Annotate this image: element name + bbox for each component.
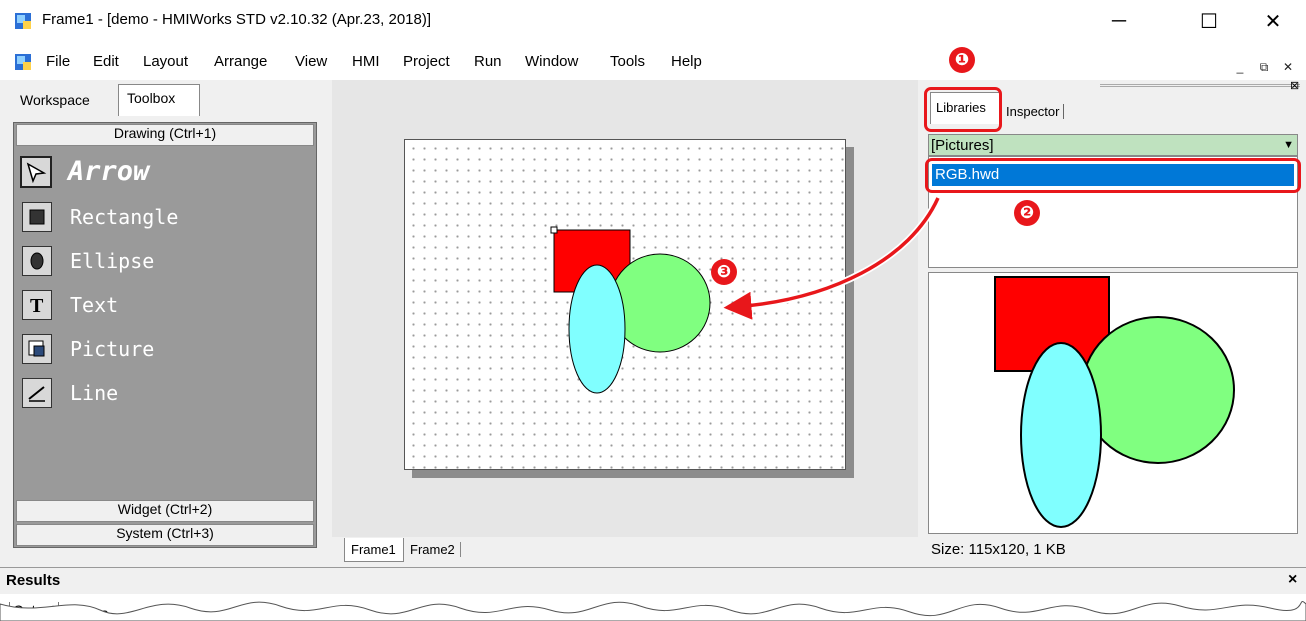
tool-rectangle-label: Rectangle	[70, 205, 179, 229]
menu-window[interactable]: Window	[525, 53, 578, 70]
maximize-icon: ☐	[1200, 10, 1218, 33]
panel-close-strip	[1100, 84, 1300, 87]
callout-1: ❶	[949, 47, 975, 73]
menu-run[interactable]: Run	[474, 53, 502, 70]
menu-tools[interactable]: Tools	[610, 53, 645, 70]
mdi-restore-button[interactable]: ⧉	[1254, 57, 1274, 77]
tool-picture[interactable]: Picture	[20, 332, 310, 366]
menu-help[interactable]: Help	[671, 53, 702, 70]
system-group-header[interactable]: System (Ctrl+3)	[16, 524, 314, 546]
panel-close-icon[interactable]: ⊠	[1290, 79, 1299, 92]
picture-icon	[22, 334, 52, 364]
menu-layout[interactable]: Layout	[143, 53, 188, 70]
cyan-ellipse[interactable]	[568, 264, 626, 394]
close-button[interactable]: ✕	[1250, 6, 1296, 36]
preview-shapes	[994, 276, 1235, 528]
tab-toolbox[interactable]: Toolbox	[127, 90, 175, 106]
maximize-button[interactable]: ☐	[1186, 6, 1232, 36]
menu-edit[interactable]: Edit	[93, 53, 119, 70]
tab-frame2[interactable]: Frame2	[410, 542, 461, 557]
tool-text-label: Text	[70, 293, 119, 317]
ellipse-icon	[22, 246, 52, 276]
tool-line[interactable]: Line	[20, 376, 310, 410]
menu-arrange[interactable]: Arrange	[214, 53, 267, 70]
callout-arrow	[723, 196, 942, 320]
tool-arrow[interactable]: Arrow	[20, 153, 310, 191]
tool-rectangle[interactable]: Rectangle	[20, 200, 310, 234]
tool-arrow-label: Arrow	[68, 156, 150, 187]
tab-inspector[interactable]: Inspector	[1006, 104, 1065, 119]
tab-workspace[interactable]: Workspace	[20, 92, 90, 108]
line-icon	[22, 378, 52, 408]
app-icon	[14, 12, 32, 30]
close-icon: ✕	[1264, 10, 1282, 33]
preview-cyan-ellipse	[1020, 342, 1102, 528]
minimize-button[interactable]: ─	[1096, 6, 1142, 36]
file-highlight	[925, 158, 1301, 193]
selection-handle[interactable]	[550, 226, 558, 234]
document-icon	[14, 53, 32, 71]
preview-green-circle	[1081, 316, 1235, 464]
rectangle-icon	[22, 202, 52, 232]
library-dropdown[interactable]: [Pictures] ▼	[928, 134, 1298, 156]
menu-project[interactable]: Project	[403, 53, 450, 70]
chevron-down-icon: ▼	[1283, 139, 1294, 151]
mdi-minimize-button[interactable]: _	[1230, 57, 1250, 77]
tool-line-label: Line	[70, 381, 119, 405]
tool-picture-label: Picture	[70, 337, 155, 361]
tool-ellipse-label: Ellipse	[70, 249, 155, 273]
mdi-close-button[interactable]: ✕	[1278, 57, 1298, 77]
tool-text[interactable]: T Text	[20, 288, 310, 322]
menu-file[interactable]: File	[46, 53, 70, 70]
svg-text:T: T	[30, 295, 44, 316]
tab-frame1[interactable]: Frame1	[351, 542, 396, 557]
widget-group-header[interactable]: Widget (Ctrl+2)	[16, 500, 314, 522]
callout-2: ❷	[1014, 200, 1040, 226]
menu-view[interactable]: View	[295, 53, 327, 70]
menu-hmi[interactable]: HMI	[352, 53, 380, 70]
menu-bar	[0, 45, 1306, 79]
window-title: Frame1 - [demo - HMIWorks STD v2.10.32 (…	[42, 11, 432, 28]
library-dropdown-value: [Pictures]	[931, 137, 994, 154]
callout-3: ❸	[711, 259, 737, 285]
text-icon: T	[22, 290, 52, 320]
torn-edge	[0, 601, 1306, 621]
drawing-group-header[interactable]: Drawing (Ctrl+1)	[16, 124, 314, 146]
minimize-icon: ─	[1111, 9, 1127, 32]
libraries-highlight	[924, 87, 1002, 132]
preview-size-label: Size: 115x120, 1 KB	[931, 541, 1066, 558]
tool-ellipse[interactable]: Ellipse	[20, 244, 310, 278]
arrow-icon	[20, 156, 52, 188]
